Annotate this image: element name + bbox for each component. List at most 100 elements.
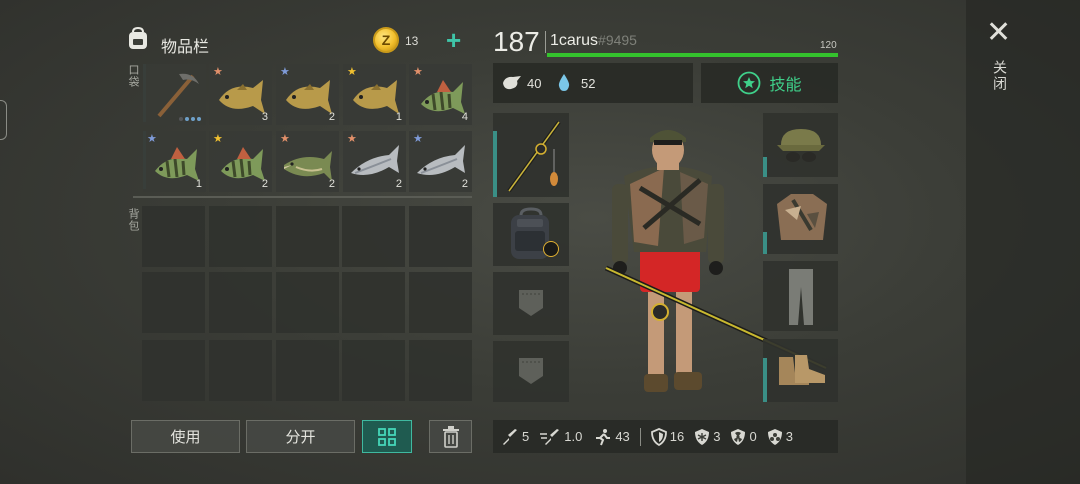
use-button[interactable]: 使用	[131, 420, 240, 453]
backpack-label: 背包	[127, 208, 139, 232]
legs-slot[interactable]	[763, 261, 838, 331]
item-quantity: 1	[395, 111, 402, 123]
backpack-slot[interactable]	[493, 203, 569, 266]
rarity-star-icon: ★	[213, 133, 223, 145]
empty-pocket-icon	[519, 358, 543, 384]
pocket-slot[interactable]: ★ 1	[143, 131, 206, 192]
item-quantity: 2	[328, 178, 335, 190]
pickaxe-icon	[157, 73, 199, 118]
backpack-slot[interactable]	[209, 206, 272, 267]
skills-button[interactable]: 技能	[701, 63, 838, 103]
xp-track	[547, 53, 838, 57]
rarity-star-icon: ★	[413, 66, 423, 78]
run-speed-icon	[596, 428, 611, 445]
radiation-stat: 0	[730, 428, 757, 446]
durability-bar	[763, 358, 767, 402]
hunger-value: 40	[527, 76, 542, 91]
right-side-strip	[966, 0, 1080, 484]
player-level: 187	[493, 26, 540, 57]
armor-icon	[650, 427, 667, 446]
backpack-slot[interactable]	[142, 272, 205, 333]
attack-speed-value: 1.0	[564, 429, 583, 444]
leather-boots-icon	[779, 355, 825, 385]
player-tag: #9495	[598, 32, 637, 48]
close-label[interactable]: 关闭	[990, 60, 1010, 92]
pocket-label: 口袋	[127, 64, 139, 88]
toxic-value: 3	[785, 429, 793, 444]
attack-speed-stat: 1.0	[539, 428, 582, 446]
pocket-slot[interactable]: ★ 3	[209, 64, 272, 125]
cold-resist-stat: 3	[694, 428, 720, 446]
sword-icon	[503, 428, 517, 445]
xp-bar-fill	[547, 53, 838, 57]
skills-label: 技能	[769, 77, 802, 94]
rarity-star-icon: ★	[280, 133, 290, 145]
head-slot[interactable]	[763, 113, 838, 177]
armor-value: 16	[669, 429, 685, 444]
weapon-slot[interactable]	[493, 113, 569, 197]
backpack-slot[interactable]	[276, 206, 339, 267]
backpack-slot[interactable]	[276, 340, 339, 401]
pocket-slot[interactable]: ★ 4	[409, 64, 472, 125]
hunger-icon	[503, 76, 521, 90]
attack-speed-icon	[540, 428, 560, 445]
side-drawer-tab[interactable]	[0, 100, 7, 140]
backpack-slot[interactable]	[209, 272, 272, 333]
stats-separator	[639, 427, 641, 446]
rarity-star-icon: ★	[347, 66, 357, 78]
pocket-slot-2[interactable]	[493, 341, 569, 402]
grid-view-button[interactable]	[362, 420, 412, 453]
body-slot[interactable]	[763, 184, 838, 254]
close-button[interactable]: ✕	[986, 18, 1011, 48]
add-coins-button[interactable]: +	[446, 27, 461, 53]
rarity-star-icon: ★	[280, 66, 290, 78]
item-quantity: 2	[461, 178, 468, 190]
backpack-slot[interactable]	[276, 272, 339, 333]
pocket-slot[interactable]: ★ 2	[276, 131, 339, 192]
item-quantity: 2	[328, 111, 335, 123]
split-button[interactable]: 分开	[246, 420, 355, 453]
pocket-slot[interactable]: ★ 2	[276, 64, 339, 125]
backpack-slot[interactable]	[142, 206, 205, 267]
pocket-slot-1[interactable]	[493, 272, 569, 335]
gray-pants-icon	[789, 269, 813, 325]
pocket-slot[interactable]: ★ 2	[343, 131, 406, 192]
run-speed-value: 43	[615, 429, 630, 444]
toxic-icon	[767, 428, 782, 445]
xp-max: 120	[820, 40, 837, 51]
camo-cap-icon	[777, 129, 825, 162]
backpack-upgrade-badge	[543, 241, 559, 257]
run-speed-stat: 43	[592, 428, 630, 446]
water-drop-icon	[558, 74, 570, 91]
pocket-slot[interactable]: ★ 2	[209, 131, 272, 192]
damage-value: 5	[522, 429, 530, 444]
backpack-slot[interactable]	[342, 206, 405, 267]
stats-bar: 5 1.0 43 16 3 0 3	[493, 420, 838, 453]
player-id: 1carus #9495	[550, 32, 637, 50]
empty-pocket-icon	[519, 290, 543, 316]
camo-jacket-icon	[777, 194, 827, 240]
cold-resist-value: 3	[713, 429, 721, 444]
item-quantity: 1	[195, 178, 202, 190]
backpack-slot[interactable]	[409, 206, 472, 267]
backpack-slot[interactable]	[209, 340, 272, 401]
grid-icon	[378, 427, 396, 446]
feet-slot[interactable]	[763, 339, 838, 402]
pocket-slot[interactable]	[143, 64, 206, 125]
radiation-icon	[731, 428, 746, 445]
durability-bar	[763, 157, 767, 177]
item-quantity: 2	[261, 178, 268, 190]
pocket-slot[interactable]: ★ 1	[343, 64, 406, 125]
backpack-slot[interactable]	[142, 340, 205, 401]
backpack-slot[interactable]	[409, 340, 472, 401]
pocket-slot[interactable]: ★ 2	[409, 131, 472, 192]
item-quantity: 4	[461, 111, 468, 123]
trash-button[interactable]	[429, 420, 472, 453]
rarity-star-icon: ★	[347, 133, 357, 145]
backpack-slot[interactable]	[342, 340, 405, 401]
radiation-value: 0	[749, 429, 757, 444]
durability-bar	[493, 131, 497, 197]
backpack-slot[interactable]	[342, 272, 405, 333]
backpack-slot[interactable]	[409, 272, 472, 333]
item-quantity: 2	[395, 178, 402, 190]
